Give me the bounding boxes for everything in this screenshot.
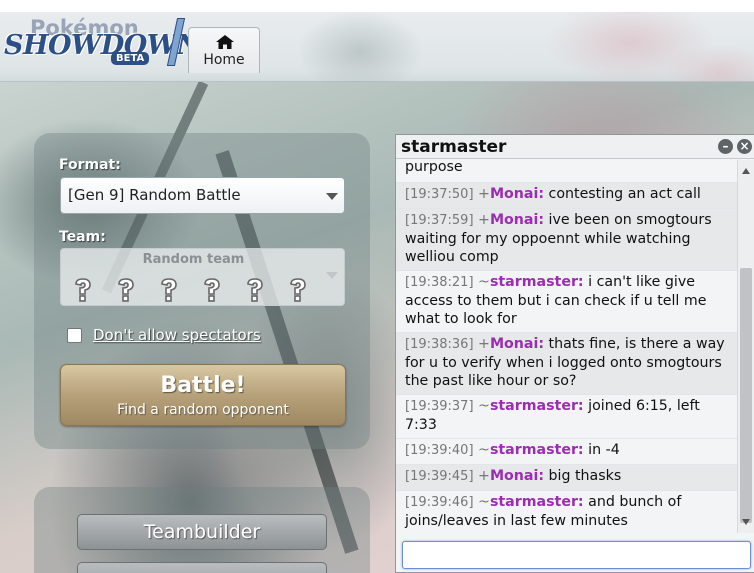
username[interactable]: starmaster: (490, 274, 584, 290)
scroll-up-icon[interactable] (742, 168, 750, 174)
unknown-pokemon-icon (75, 278, 91, 302)
message-text: in -4 (588, 442, 620, 458)
battle-button[interactable]: Battle! Find a random opponent (60, 364, 346, 426)
message-timestamp: [19:39:40] (405, 443, 474, 458)
chat-message: [19:38:36] +Monai: thats fine, is there … (396, 333, 737, 395)
scrollbar-thumb[interactable] (740, 268, 752, 523)
message-text: purpose (405, 160, 463, 175)
message-timestamp: [19:38:21] (405, 275, 474, 290)
scroll-down-icon[interactable] (742, 519, 750, 525)
chevron-down-icon (326, 272, 338, 279)
chat-message-input[interactable] (402, 541, 751, 569)
user-rank: + (478, 468, 490, 484)
format-label: Format: (59, 157, 121, 173)
chat-title-bar: starmaster – × (396, 135, 754, 159)
minimize-icon[interactable]: – (718, 139, 733, 154)
chat-message: [19:38:21] ~starmaster: i can't like giv… (396, 271, 737, 333)
header-background-art (300, 12, 754, 82)
unknown-pokemon-icon (290, 278, 306, 302)
message-timestamp: [19:38:36] (405, 337, 474, 352)
chat-message: [19:39:46] ~starmaster: and bunch of joi… (396, 491, 737, 532)
username[interactable]: starmaster: (490, 398, 584, 414)
team-label: Team: (59, 229, 106, 245)
battle-button-subtitle: Find a random opponent (117, 402, 289, 418)
spectators-checkbox[interactable] (67, 328, 82, 343)
home-icon (216, 35, 234, 49)
user-rank: ~ (478, 442, 490, 458)
battle-button-title: Battle! (160, 373, 246, 398)
message-text: contesting an act call (548, 186, 701, 202)
message-timestamp: [19:39:37] (405, 399, 474, 414)
chat-message: [19:39:37] ~starmaster: joined 6:15, lef… (396, 395, 737, 439)
chat-title: starmaster (401, 137, 507, 157)
top-header: Pokémon SHOWDOWN BETA Home (0, 0, 754, 82)
username[interactable]: Monai: (490, 336, 544, 352)
chevron-down-icon (326, 193, 338, 200)
team-select-value: Random team (142, 252, 245, 267)
user-rank: + (478, 336, 490, 352)
message-timestamp: [19:37:50] (405, 187, 474, 202)
format-select-value: [Gen 9] Random Battle (68, 186, 241, 204)
chat-message: [19:37:59] +Monai: ive been on smogtours… (396, 209, 737, 271)
user-rank: ~ (478, 274, 490, 290)
chat-scrollbar[interactable] (737, 160, 754, 533)
username[interactable]: starmaster: (490, 442, 584, 458)
message-timestamp: [19:39:46] (405, 495, 474, 510)
message-text: big thasks (548, 468, 622, 484)
username[interactable]: Monai: (490, 468, 544, 484)
username[interactable]: starmaster: (490, 494, 584, 510)
spectators-checkbox-label[interactable]: Don't allow spectators (93, 326, 261, 344)
tab-home-label: Home (203, 52, 245, 68)
pokemon-showdown-logo[interactable]: Pokémon SHOWDOWN BETA (4, 16, 201, 68)
chat-message-log: purpose [19:37:50] +Monai: contesting an… (396, 160, 737, 532)
chat-message: [19:39:45] +Monai: big thasks (396, 465, 737, 491)
message-timestamp: [19:39:45] (405, 469, 474, 484)
chat-message: [19:39:40] ~starmaster: in -4 (396, 439, 737, 465)
format-select[interactable]: [Gen 9] Random Battle (60, 177, 345, 214)
user-rank: ~ (478, 494, 490, 510)
user-rank: + (478, 186, 490, 202)
team-select[interactable]: Random team (60, 248, 345, 306)
chat-message: purpose (396, 160, 737, 183)
chat-message: [19:37:50] +Monai: contesting an act cal… (396, 183, 737, 209)
username[interactable]: Monai: (490, 212, 544, 228)
logo-beta-badge: BETA (111, 52, 150, 65)
partial-menu-button[interactable] (77, 562, 327, 573)
private-chat-window: starmaster – × purpose [19:37:50] +Monai… (395, 134, 754, 573)
username[interactable]: Monai: (490, 186, 544, 202)
teambuilder-button[interactable]: Teambuilder (77, 514, 327, 550)
message-timestamp: [19:37:59] (405, 213, 474, 228)
user-rank: + (478, 212, 490, 228)
user-rank: ~ (478, 398, 490, 414)
tab-home[interactable]: Home (188, 27, 260, 73)
unknown-pokemon-icon (161, 278, 177, 302)
unknown-pokemon-icon (247, 278, 263, 302)
unknown-pokemon-icon (204, 278, 220, 302)
unknown-pokemon-icon (118, 278, 134, 302)
close-icon[interactable]: × (737, 139, 752, 154)
